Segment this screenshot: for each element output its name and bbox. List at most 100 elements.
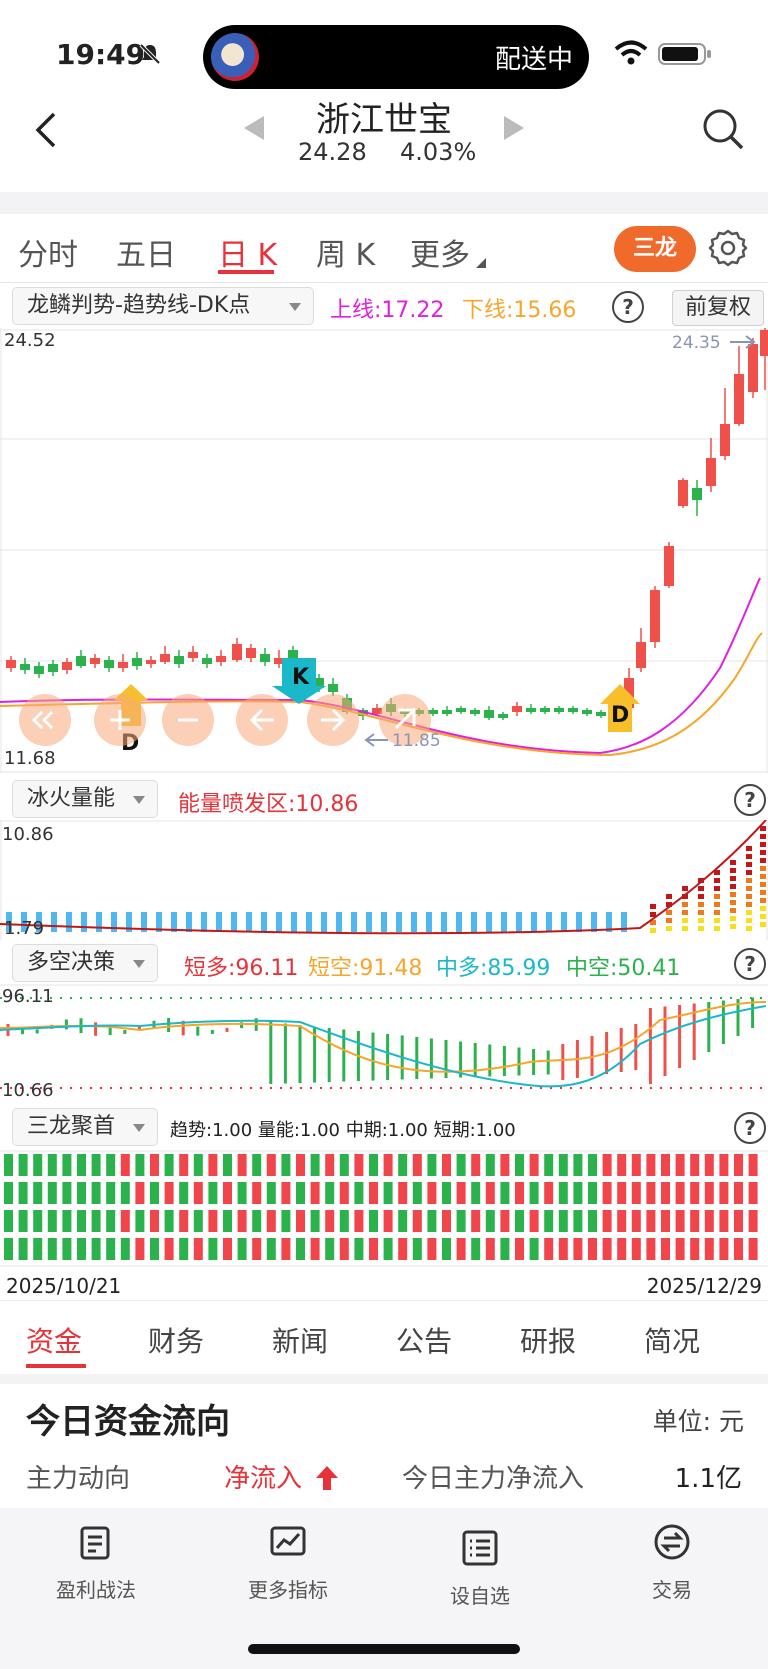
candle-body: [692, 488, 702, 500]
tab-five-day[interactable]: 五日: [116, 230, 176, 274]
tab-weekly-k[interactable]: 周 K: [316, 230, 375, 274]
energy-hot-bar: [760, 842, 766, 847]
sanlong-block: [33, 1154, 43, 1176]
chevron-down-icon: [133, 1124, 145, 1132]
sanlong-block: [4, 1182, 13, 1204]
sanlong-block: [661, 1154, 670, 1176]
trade-button[interactable]: 交易: [602, 1522, 742, 1603]
energy-hot-bar: [746, 902, 752, 907]
tab-daily-k[interactable]: 日 K: [218, 230, 277, 274]
add-watchlist-button[interactable]: 设自选: [410, 1528, 550, 1609]
sanlong-indicator-selector[interactable]: 三龙聚首: [12, 1108, 158, 1146]
sanlong-block: [62, 1182, 72, 1204]
energy-hot-bar: [682, 910, 688, 915]
d-marker-label: D: [611, 703, 629, 728]
sanlong-block: [631, 1154, 641, 1176]
sanlong-button[interactable]: 三龙: [614, 226, 696, 272]
candle-body: [34, 666, 44, 674]
sanlong-block: [4, 1210, 13, 1232]
sanlong-block: [339, 1210, 349, 1232]
gear-icon[interactable]: [708, 228, 748, 268]
tab-finance[interactable]: 财务: [148, 1320, 204, 1360]
sanlong-block: [500, 1154, 510, 1176]
sanlong-block: [252, 1210, 262, 1232]
sanlong-block: [529, 1238, 539, 1260]
sanlong-block: [485, 1238, 495, 1260]
sanlong-values: 趋势:1.00 量能:1.00 中期:1.00 短期:1.00: [170, 1120, 516, 1141]
candle-body: [232, 644, 242, 660]
candle-body: [456, 708, 466, 712]
next-stock-arrow-icon[interactable]: [504, 116, 524, 140]
sanlong-block: [675, 1238, 685, 1260]
energy-bar: [396, 912, 402, 932]
y-min-label: 11.68: [4, 748, 56, 769]
more-indicators-button[interactable]: 更多指标: [218, 1522, 358, 1603]
energy-hot-bar: [682, 926, 688, 931]
tab-announcements[interactable]: 公告: [396, 1320, 452, 1360]
energy-hot-bar: [746, 878, 752, 883]
energy-hot-bar: [730, 916, 736, 921]
energy-hot-bar: [760, 922, 766, 927]
sanlong-block: [748, 1182, 758, 1204]
duokong-indicator-selector[interactable]: 多空决策: [12, 944, 158, 982]
sanlong-block: [310, 1182, 320, 1204]
energy-bar: [81, 912, 87, 932]
energy-bar: [261, 912, 267, 932]
candle-body: [734, 374, 744, 424]
sanlong-block: [588, 1154, 597, 1176]
sanlong-block: [719, 1210, 729, 1232]
energy-bar: [246, 912, 252, 932]
sanlong-block: [252, 1154, 262, 1176]
sanlong-block: [383, 1210, 393, 1232]
help-icon[interactable]: ?: [734, 1112, 766, 1144]
main-indicator-selector[interactable]: 龙鳞判势-趋势线-DK点: [12, 287, 314, 325]
sanlong-block: [164, 1182, 174, 1204]
sanlong-block: [208, 1182, 218, 1204]
candle-body: [20, 664, 30, 670]
help-icon[interactable]: ?: [734, 784, 766, 816]
tab-more[interactable]: 更多: [410, 230, 470, 274]
candlestick-chart[interactable]: K D D 24.52 11.68 24.35 11.85: [0, 328, 768, 774]
sanlong-block: [266, 1182, 276, 1204]
energy-hot-bar: [698, 902, 704, 907]
help-icon[interactable]: ?: [612, 291, 644, 323]
sanlong-indicator-name: 三龙聚首: [27, 1114, 116, 1139]
candle-body: [160, 654, 170, 662]
sanlong-block: [412, 1210, 422, 1232]
candle-body: [526, 708, 536, 712]
sanlong-block: [281, 1182, 291, 1204]
energy-hot-bar: [650, 904, 656, 909]
energy-indicator-name: 冰火量能: [27, 786, 116, 811]
short-short-value: 短空:91.48: [308, 956, 423, 981]
sanlong-block: [442, 1238, 451, 1260]
search-icon[interactable]: [700, 106, 746, 152]
arrow-up-icon: [316, 1466, 339, 1490]
sanlong-block: [106, 1182, 116, 1204]
energy-hot-bar: [746, 918, 752, 923]
energy-hot-bar: [746, 854, 752, 859]
main-force-label: 主力动向: [26, 1464, 131, 1494]
prev-stock-arrow-icon[interactable]: [244, 116, 264, 140]
today-net-inflow-label: 今日主力净流入: [402, 1464, 585, 1494]
sanlong-block: [135, 1154, 145, 1176]
sanlong-block: [223, 1154, 232, 1176]
candle-body: [188, 652, 198, 658]
dynamic-island[interactable]: 配送中: [203, 25, 589, 89]
tab-research[interactable]: 研报: [520, 1320, 576, 1360]
help-icon[interactable]: ?: [734, 948, 766, 980]
candle-body: [118, 662, 128, 668]
energy-indicator-selector[interactable]: 冰火量能: [12, 780, 158, 818]
sanlong-block: [237, 1238, 247, 1260]
profit-strategy-button[interactable]: 盈利战法: [26, 1522, 166, 1603]
sanlong-block: [164, 1210, 174, 1232]
tab-news[interactable]: 新闻: [272, 1320, 328, 1360]
adjust-price-button[interactable]: 前复权: [672, 290, 764, 326]
sanlong-block: [208, 1210, 218, 1232]
tab-funds[interactable]: 资金: [26, 1320, 82, 1360]
sanlong-block: [675, 1210, 685, 1232]
candle-body: [146, 660, 156, 664]
candle-body: [678, 480, 688, 506]
tab-intraday[interactable]: 分时: [18, 230, 78, 274]
sanlong-block: [47, 1182, 57, 1204]
tab-profile[interactable]: 简况: [644, 1320, 700, 1360]
